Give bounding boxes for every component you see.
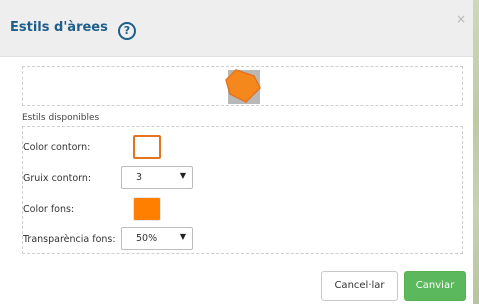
background-map-edge: [473, 0, 479, 304]
dialog-header: Estils d'àrees ? ×: [0, 0, 473, 57]
fill-transparency-label: Transparència fons:: [23, 234, 116, 245]
outline-width-value: 3: [136, 172, 143, 183]
fill-transparency-select[interactable]: 50% ▼: [121, 227, 193, 250]
fill-color-label: Color fons:: [23, 204, 75, 215]
help-icon[interactable]: ?: [118, 22, 136, 40]
outline-width-select[interactable]: 3 ▼: [121, 166, 193, 189]
style-preview-box: [22, 66, 463, 106]
chevron-down-icon: ▼: [179, 232, 186, 241]
cancel-button[interactable]: Cancel·lar: [321, 271, 398, 301]
available-styles-label: Estils disponibles: [22, 113, 100, 123]
outline-color-label: Color contorn:: [23, 142, 91, 153]
outline-width-label: Gruix contorn:: [23, 173, 92, 184]
close-icon[interactable]: ×: [456, 12, 466, 26]
fill-color-swatch[interactable]: [133, 197, 161, 221]
chevron-down-icon: ▼: [179, 171, 186, 180]
fill-transparency-value: 50%: [136, 233, 158, 244]
area-styles-dialog: Estils d'àrees ? × Estils disponibles Co…: [0, 0, 473, 304]
dialog-title: Estils d'àrees: [10, 20, 108, 35]
outline-color-swatch[interactable]: [133, 135, 161, 159]
apply-button[interactable]: Canviar: [404, 271, 466, 301]
area-preview-icon: [225, 69, 261, 104]
